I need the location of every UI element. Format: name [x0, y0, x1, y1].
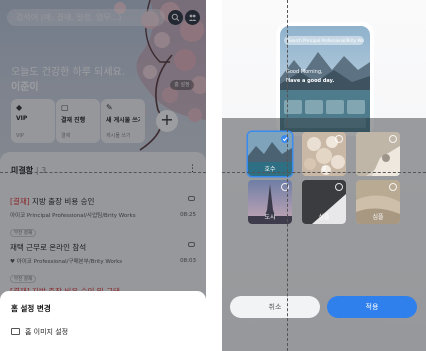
- thumbnail-city[interactable]: 도시: [248, 180, 292, 224]
- vertical-guide-line: [287, 0, 288, 351]
- cancel-button[interactable]: 취소: [230, 296, 320, 318]
- unselected-ring-icon: [389, 135, 397, 143]
- thumbnail-simple-sand[interactable]: 심플: [356, 180, 400, 224]
- thumbnail-interior[interactable]: [356, 132, 400, 176]
- thumbnail-flower[interactable]: 꽃: [302, 132, 346, 176]
- sheet-title: 홈 설정 변경: [11, 304, 51, 313]
- unselected-ring-icon: [335, 183, 343, 191]
- unselected-ring-icon: [335, 135, 343, 143]
- home-image-setting-item[interactable]: 홈 이미지 설정: [11, 327, 68, 337]
- thumbnail-simple-dark[interactable]: 심플: [302, 180, 346, 224]
- preview-greeting: Good Morning,: [286, 69, 323, 75]
- thumbnail-label: 심플: [372, 214, 384, 221]
- horizontal-guide-line: [0, 172, 206, 173]
- thumbnail-lake[interactable]: 호수: [248, 132, 292, 176]
- image-setting-screen: Search Principal Professional/Brity Work…: [222, 0, 426, 351]
- home-screen: 검색어 (예: 결재, 일정, 업무...) 오늘도 건강한 하루 되세요. 이…: [0, 0, 206, 351]
- horizontal-guide-line: [222, 172, 426, 173]
- unselected-ring-icon: [389, 183, 397, 191]
- apply-button[interactable]: 적용: [327, 296, 417, 318]
- thumbnail-label: 심플: [318, 214, 330, 221]
- sheet-item-label: 홈 이미지 설정: [25, 328, 69, 336]
- home-settings-sheet: 홈 설정 변경 홈 이미지 설정: [0, 291, 206, 351]
- thumbnail-label: 도시: [264, 214, 276, 221]
- preview-name: Have a good day.: [286, 78, 335, 84]
- preview-search-bar: Search Principal Professional/Brity Work…: [284, 36, 364, 45]
- image-icon: [11, 328, 20, 335]
- screen: 검색어 (예: 결재, 일정, 업무...) 오늘도 건강한 하루 되세요. 이…: [0, 0, 426, 351]
